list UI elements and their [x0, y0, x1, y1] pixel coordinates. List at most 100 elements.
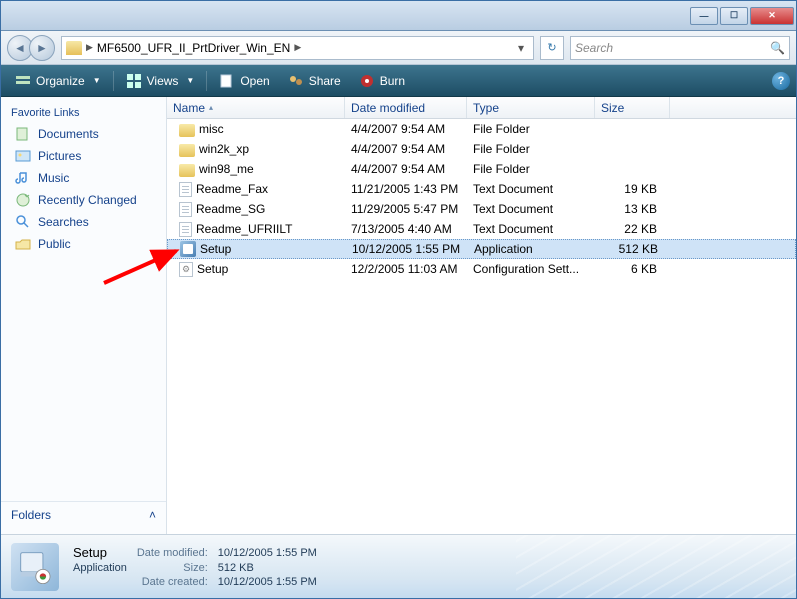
chevron-right-icon: ▶ — [294, 42, 301, 53]
organize-icon — [15, 73, 31, 89]
details-grid: Setup Date modified: 10/12/2005 1:55 PM … — [73, 545, 327, 588]
public-icon — [15, 236, 31, 252]
file-date: 10/12/2005 1:55 PM — [346, 242, 468, 256]
file-date: 7/13/2005 4:40 AM — [345, 222, 467, 236]
file-size: 22 KB — [595, 222, 663, 236]
search-icon: 🔍 — [770, 41, 785, 55]
separator — [206, 71, 207, 91]
file-name: Setup — [197, 262, 228, 276]
address-bar: ◄ ► ▶ MF6500_UFR_II_PrtDriver_Win_EN ▶ ▾… — [1, 31, 796, 65]
sidebar-item-pictures[interactable]: Pictures — [1, 145, 166, 167]
text-file-icon — [179, 202, 192, 217]
details-name: Setup — [73, 545, 127, 560]
refresh-button[interactable]: ↻ — [540, 36, 564, 60]
sidebar-item-music[interactable]: Music — [1, 167, 166, 189]
help-button[interactable]: ? — [772, 72, 790, 90]
recent-icon — [15, 192, 31, 208]
breadcrumb-current[interactable]: MF6500_UFR_II_PrtDriver_Win_EN — [97, 41, 290, 55]
toolbar: Organize ▼ Views ▼ Open Share — [1, 65, 796, 97]
burn-icon — [359, 73, 375, 89]
file-date: 11/29/2005 5:47 PM — [345, 202, 467, 216]
explorer-window: — ☐ ✕ ◄ ► ▶ MF6500_UFR_II_PrtDriver_Win_… — [0, 0, 797, 599]
sidebar-item-label: Searches — [38, 215, 89, 229]
sidebar-item-label: Music — [38, 171, 69, 185]
file-date: 11/21/2005 1:43 PM — [345, 182, 467, 196]
file-thumbnail — [11, 543, 59, 591]
file-row[interactable]: Readme_SG11/29/2005 5:47 PMText Document… — [167, 199, 796, 219]
file-size: 19 KB — [595, 182, 663, 196]
file-rows: misc4/4/2007 9:54 AMFile Folderwin2k_xp4… — [167, 119, 796, 534]
chevron-right-icon: ▶ — [86, 42, 93, 53]
column-type[interactable]: Type — [467, 97, 595, 118]
sidebar-item-public[interactable]: Public — [1, 233, 166, 255]
file-date: 4/4/2007 9:54 AM — [345, 122, 467, 136]
file-type: File Folder — [467, 162, 595, 176]
file-name: Setup — [200, 242, 231, 256]
music-icon — [15, 170, 31, 186]
column-date[interactable]: Date modified — [345, 97, 467, 118]
folder-icon — [179, 124, 195, 137]
open-icon — [219, 73, 235, 89]
column-size[interactable]: Size — [595, 97, 670, 118]
titlebar: — ☐ ✕ — [1, 1, 796, 31]
text-file-icon — [179, 222, 192, 237]
sidebar-header: Favorite Links — [1, 103, 166, 123]
config-file-icon — [179, 262, 193, 277]
folder-icon — [179, 164, 195, 177]
file-row[interactable]: Readme_UFRIILT7/13/2005 4:40 AMText Docu… — [167, 219, 796, 239]
folder-icon — [66, 41, 82, 55]
file-row[interactable]: Setup12/2/2005 11:03 AMConfiguration Set… — [167, 259, 796, 279]
file-name: Readme_Fax — [196, 182, 268, 196]
file-list: Name ▴ Date modified Type Size misc4/4/2… — [167, 97, 796, 534]
chevron-down-icon: ▼ — [93, 76, 101, 85]
sidebar-item-label: Public — [38, 237, 71, 251]
sidebar-item-searches[interactable]: Searches — [1, 211, 166, 233]
file-row[interactable]: win98_me 4/4/2007 9:54 AMFile Folder — [167, 159, 796, 179]
file-name: win2k_xp — [199, 142, 249, 156]
maximize-button[interactable]: ☐ — [720, 7, 748, 25]
file-type: Text Document — [467, 182, 595, 196]
sidebar-item-label: Documents — [38, 127, 99, 141]
search-input[interactable]: Search 🔍 — [570, 36, 790, 60]
share-button[interactable]: Share — [280, 70, 349, 92]
sidebar-item-documents[interactable]: Documents — [1, 123, 166, 145]
views-button[interactable]: Views ▼ — [118, 70, 203, 92]
minimize-button[interactable]: — — [690, 7, 718, 25]
close-button[interactable]: ✕ — [750, 7, 794, 25]
forward-button[interactable]: ► — [29, 35, 55, 61]
details-modified-label: Date modified: — [137, 547, 208, 559]
file-size: 512 KB — [596, 242, 664, 256]
folders-toggle[interactable]: Folders ˄ — [1, 501, 166, 528]
file-name: win98_me — [199, 162, 254, 176]
sidebar-item-label: Recently Changed — [38, 193, 137, 207]
file-type: File Folder — [467, 142, 595, 156]
file-date: 4/4/2007 9:54 AM — [345, 162, 467, 176]
file-row[interactable]: Setup 10/12/2005 1:55 PMApplication512 KB — [167, 239, 796, 259]
breadcrumb-dropdown[interactable]: ▾ — [513, 41, 529, 55]
file-size: 13 KB — [595, 202, 663, 216]
open-button[interactable]: Open — [211, 70, 277, 92]
file-row[interactable]: Readme_Fax 11/21/2005 1:43 PMText Documen… — [167, 179, 796, 199]
sort-ascending-icon: ▴ — [209, 103, 213, 112]
file-row[interactable]: misc4/4/2007 9:54 AMFile Folder — [167, 119, 796, 139]
file-name: Readme_SG — [196, 202, 265, 216]
file-size: 6 KB — [595, 262, 663, 276]
details-type: Application — [73, 562, 127, 574]
breadcrumb[interactable]: ▶ MF6500_UFR_II_PrtDriver_Win_EN ▶ ▾ — [61, 36, 534, 60]
sidebar-item-recent[interactable]: Recently Changed — [1, 189, 166, 211]
file-type: Text Document — [467, 222, 595, 236]
file-type: Application — [468, 242, 596, 256]
chevron-down-icon: ▼ — [186, 76, 194, 85]
details-size-label: Size: — [137, 562, 208, 574]
organize-button[interactable]: Organize ▼ — [7, 70, 109, 92]
burn-button[interactable]: Burn — [351, 70, 413, 92]
column-name[interactable]: Name ▴ — [167, 97, 345, 118]
file-row[interactable]: win2k_xp4/4/2007 9:54 AMFile Folder — [167, 139, 796, 159]
sidebar-item-label: Pictures — [38, 149, 81, 163]
details-pane: Setup Date modified: 10/12/2005 1:55 PM … — [1, 534, 796, 598]
file-type: Configuration Sett... — [467, 262, 595, 276]
separator — [113, 71, 114, 91]
sidebar: Favorite Links Documents Pictures Music Rec… — [1, 97, 167, 534]
folder-icon — [179, 144, 195, 157]
details-created-label: Date created: — [137, 576, 208, 588]
